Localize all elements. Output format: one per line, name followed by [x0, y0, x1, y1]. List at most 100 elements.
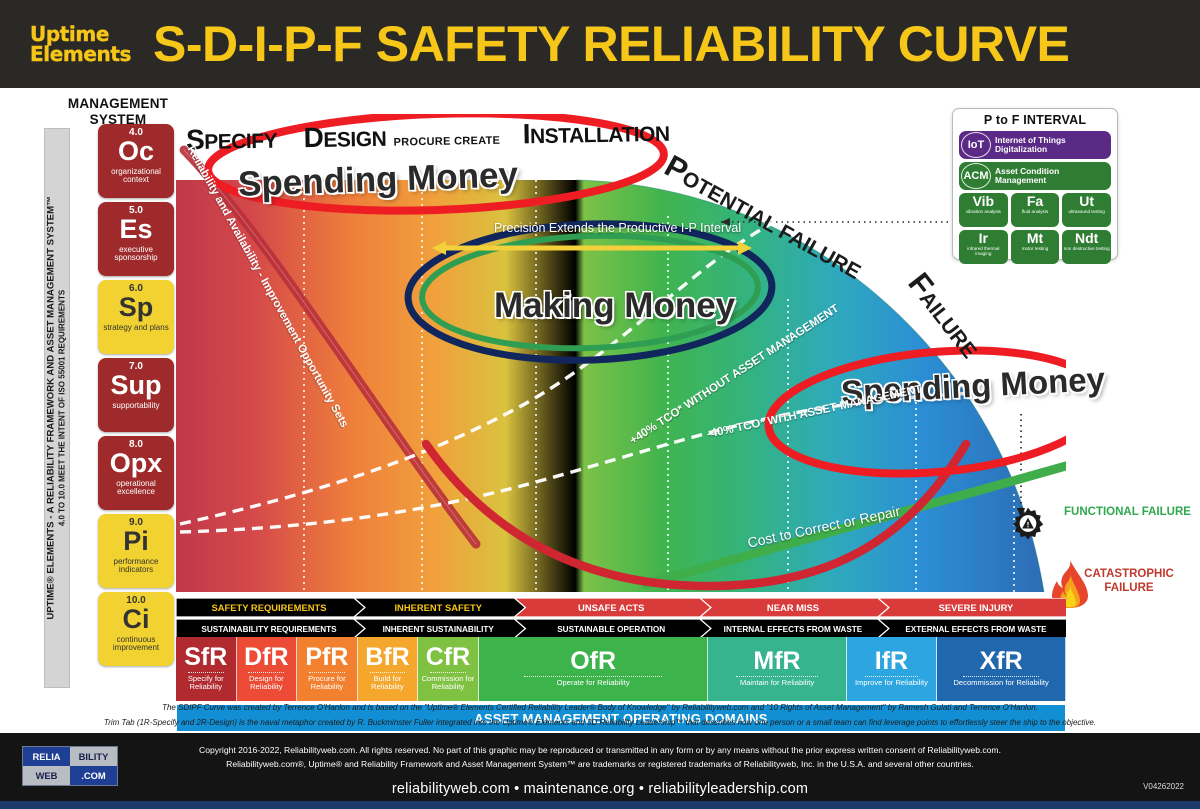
ms-element-pi[interactable]: 9.0 Pi performance indicators: [98, 514, 174, 588]
ptof-wide-elements: IoT Internet of Things Digitalization ACM A…: [959, 131, 1111, 190]
logo-line-2: Elements: [30, 42, 132, 66]
ms-element-name: executive sponsorship: [114, 244, 158, 263]
ms-element-oc[interactable]: 4.0 Oc organizational context: [98, 124, 174, 198]
ptof-element-vib[interactable]: Vib vibration analysis: [959, 193, 1008, 227]
vertical-banner: UPTIME® ELEMENTS - A RELIABILITY FRAMEWO…: [44, 128, 70, 688]
ms-element-symbol: Sup: [110, 370, 162, 400]
element-tile-dfr[interactable]: DfR Design for Reliability: [236, 637, 298, 701]
logo-cell-relia: RELIA: [23, 747, 70, 766]
element-symbol: CfR: [425, 643, 471, 672]
ptof-element-name: vibration analysis: [965, 208, 1001, 214]
ptof-element-label: Internet of Things Digitalization: [995, 134, 1066, 154]
element-caption: Design for Reliability: [249, 673, 284, 692]
ptof-element-fa[interactable]: Fa fluid analysis: [1010, 193, 1060, 227]
ptof-element-name: infrared thermal imaging: [967, 245, 1000, 256]
ms-element-es[interactable]: 5.0 Es executive sponsorship: [98, 202, 174, 276]
ms-element-opx[interactable]: 8.0 Opx operational excellence: [98, 436, 174, 510]
p-to-f-interval-title: P to F INTERVAL: [983, 113, 1087, 127]
element-divider: [248, 671, 285, 673]
element-tile-ofr[interactable]: OfR Operate for Reliability: [478, 637, 709, 701]
ptof-element-iot[interactable]: IoT Internet of Things Digitalization: [959, 131, 1111, 159]
ms-element-symbol: Pi: [123, 526, 149, 556]
element-divider: [430, 671, 466, 673]
reliability-curve-plot: SPECIFY DESIGN PROCURE CREATE INSTALLATI…: [176, 114, 1106, 592]
logo-cell-bility: BILITY: [70, 747, 117, 766]
ms-element-sp[interactable]: 6.0 Sp strategy and plans: [98, 280, 174, 354]
ptof-element-symbol: Mt: [1026, 230, 1044, 246]
phase-design-cap: D: [303, 121, 324, 154]
ptof-element-symbol: Fa: [1026, 193, 1044, 209]
ptof-element-badge: IoT: [961, 132, 991, 158]
ptof-element-ut[interactable]: Ut ultrasound testing: [1062, 193, 1112, 227]
element-caption: Maintain for Reliability: [739, 678, 815, 688]
version-label: V04262022: [1143, 782, 1184, 791]
ptof-element-ndt[interactable]: Ndt non destructive testing: [1062, 230, 1112, 264]
uptime-elements-logo: Uptime Elements: [30, 21, 132, 66]
making-money-label: Making Money: [494, 286, 736, 325]
poster-root: Uptime Elements S-D-I-P-F SAFETY RELIABI…: [0, 0, 1200, 809]
element-tile-cfr[interactable]: CfR Commission for Reliability: [418, 637, 479, 701]
phase-specify-rest: PECIFY: [204, 129, 278, 154]
ms-element-symbol: Es: [119, 214, 153, 244]
ptof-element-name: motor testing: [1021, 245, 1049, 251]
phase-procure-create: PROCURE CREATE: [393, 134, 501, 149]
element-symbol: DfR: [244, 643, 289, 672]
element-tile-xfr[interactable]: XfR Decommission for Reliability: [937, 637, 1066, 701]
management-system-element-list: 4.0 Oc organizational context 5.0 Es executiv…: [98, 124, 174, 670]
element-tile-mfr[interactable]: MfR Maintain for Reliability: [708, 637, 847, 701]
vertical-banner-text: UPTIME® ELEMENTS - A RELIABILITY FRAMEWO…: [46, 196, 58, 620]
element-symbol: IfR: [874, 647, 909, 676]
element-tile-ifr[interactable]: IfR Improve for Reliability: [846, 637, 938, 701]
chevron-label: NEAR MISS: [767, 602, 819, 613]
ptof-element-ir[interactable]: Ir infrared thermal imaging: [959, 230, 1008, 264]
logo-cell-web: WEB: [23, 766, 70, 785]
precision-extends-label: Precision Extends the Productive I-P Int…: [494, 221, 742, 235]
chevron-label: INHERENT SUSTAINABILITY: [383, 625, 495, 634]
logo-line-1: Uptime: [30, 21, 110, 46]
element-symbol: PfR: [305, 643, 349, 672]
ptof-small-elements: Vib vibration analysis Fa fluid analysis Ut u…: [959, 193, 1112, 264]
logo-cell-dotcom: .COM: [70, 766, 117, 785]
chevron-label: SAFETY REQUIREMENTS: [212, 602, 327, 613]
element-tile-sfr[interactable]: SfR Specify for Reliability: [176, 637, 237, 701]
ptof-element-label: Asset Condition Management: [995, 165, 1060, 185]
ms-element-symbol: Sp: [118, 292, 154, 322]
reliabilityweb-logo[interactable]: RELIA BILITY WEB .COM: [22, 746, 118, 786]
element-caption: Commission for Reliability: [421, 673, 475, 692]
ptof-element-mt[interactable]: Mt motor testing: [1010, 230, 1060, 264]
chevron-label: SUSTAINABILITY REQUIREMENTS: [201, 625, 337, 634]
ptof-element-name: non destructive testing: [1063, 245, 1110, 251]
chevron-label: EXTERNAL EFFECTS FROM WASTE: [905, 625, 1047, 634]
ms-element-name: performance indicators: [113, 556, 159, 575]
bottom-strip: [0, 801, 1200, 809]
element-divider: [309, 671, 345, 673]
element-divider: [962, 676, 1040, 678]
element-symbol: BfR: [365, 643, 410, 672]
ptof-element-acm[interactable]: ACM Asset Condition Management: [959, 162, 1111, 190]
element-caption: Procure for Reliability: [308, 673, 346, 692]
element-caption: Decommission for Reliability: [953, 678, 1049, 688]
element-divider: [735, 676, 819, 678]
ptof-element-symbol: Vib: [972, 193, 995, 209]
element-divider: [524, 676, 662, 678]
ms-element-ci[interactable]: 10.0 Ci continuous improvement: [98, 592, 174, 666]
page-header: Uptime Elements S-D-I-P-F SAFETY RELIABI…: [0, 0, 1200, 88]
ptof-element-symbol: Ut: [1079, 193, 1095, 209]
element-tile-bfr[interactable]: BfR Build for Reliability: [357, 637, 419, 701]
element-symbol: XfR: [979, 647, 1023, 676]
ms-element-symbol: Oc: [117, 136, 155, 166]
sustainability-band: SUSTAINABILITY REQUIREMENTS INHERENT SUST…: [176, 619, 1066, 638]
ms-element-name: strategy and plans: [103, 322, 169, 332]
element-symbol: OfR: [570, 647, 617, 676]
functional-failure-label: FUNCTIONAL FAILURE: [1064, 506, 1191, 518]
footer-urls[interactable]: reliabilityweb.com • maintenance.org • r…: [130, 781, 1070, 797]
catastrophic-failure-label: CATASTROPHIC FAILURE: [1084, 568, 1174, 594]
ms-element-name: operational excellence: [116, 478, 156, 497]
chevron-label: INTERNAL EFFECTS FROM WASTE: [724, 625, 863, 634]
ms-element-sup[interactable]: 7.0 Sup supportability: [98, 358, 174, 432]
ptof-element-symbol: Ir: [978, 230, 988, 246]
chevron-label: SUSTAINABLE OPERATION: [557, 625, 665, 634]
ptof-element-name: fluid analysis: [1021, 208, 1049, 214]
chevron-label: UNSAFE ACTS: [578, 602, 644, 613]
element-tile-pfr[interactable]: PfR Procure for Reliability: [297, 637, 358, 701]
